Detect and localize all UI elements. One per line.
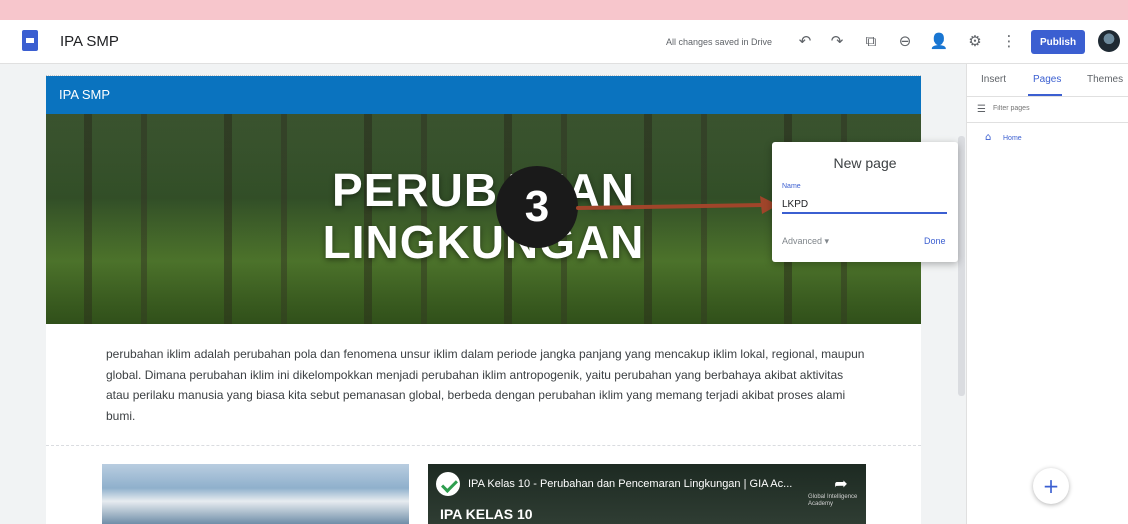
preview-icon[interactable]: ⧉ bbox=[860, 30, 882, 52]
undo-icon[interactable]: ↶ bbox=[794, 30, 816, 52]
new-page-dialog: New page Name Advanced ▾ Done bbox=[772, 142, 958, 262]
share-icon[interactable]: 👤 bbox=[928, 30, 950, 52]
section-divider bbox=[46, 445, 921, 446]
top-strip bbox=[0, 0, 1128, 20]
sites-logo-icon bbox=[22, 30, 38, 51]
filter-icon: ☰ bbox=[977, 104, 986, 115]
add-page-button[interactable]: + bbox=[1033, 468, 1069, 504]
editor-scrollbar[interactable] bbox=[958, 136, 965, 396]
channel-logo-icon bbox=[436, 472, 460, 496]
advanced-toggle[interactable]: Advanced ▾ bbox=[782, 236, 829, 247]
mountain-image[interactable] bbox=[102, 464, 409, 524]
done-button[interactable]: Done bbox=[924, 236, 946, 246]
top-toolbar: IPA SMP All changes saved in Drive ↶ ↷ ⧉… bbox=[0, 20, 1128, 64]
video-title: IPA Kelas 10 - Perubahan dan Pencemaran … bbox=[468, 478, 793, 490]
panel-divider-2 bbox=[967, 122, 1128, 123]
editor-canvas: IPA SMP PERUBAHAN LINGKUNGAN perubahan i… bbox=[0, 64, 966, 524]
home-icon: ⌂ bbox=[985, 132, 992, 143]
right-panel: Insert Pages Themes ☰ ⌂ Home + bbox=[966, 64, 1128, 524]
dialog-title: New page bbox=[833, 155, 897, 171]
tab-themes[interactable]: Themes bbox=[1087, 74, 1123, 85]
page-item-home[interactable]: Home bbox=[1003, 135, 1022, 142]
avatar[interactable] bbox=[1098, 30, 1120, 52]
settings-icon[interactable]: ⚙ bbox=[964, 30, 986, 52]
tab-insert[interactable]: Insert bbox=[981, 74, 1006, 85]
save-status: All changes saved in Drive bbox=[666, 37, 773, 47]
body-paragraph[interactable]: perubahan iklim adalah perubahan pola da… bbox=[106, 344, 866, 426]
name-label: Name bbox=[782, 183, 801, 190]
site-header-bar: IPA SMP bbox=[46, 76, 921, 114]
filter-pages-input[interactable] bbox=[993, 105, 1113, 112]
site-name[interactable]: IPA SMP bbox=[59, 87, 110, 102]
panel-divider bbox=[967, 96, 1128, 97]
more-icon[interactable]: ⋮ bbox=[998, 30, 1020, 52]
page-name-input[interactable] bbox=[782, 197, 947, 214]
site-title[interactable]: IPA SMP bbox=[60, 33, 119, 50]
link-icon[interactable]: ⊖ bbox=[894, 30, 916, 52]
tab-pages[interactable]: Pages bbox=[1033, 74, 1061, 85]
youtube-embed[interactable]: IPA Kelas 10 - Perubahan dan Pencemaran … bbox=[428, 464, 866, 524]
publish-button[interactable]: Publish bbox=[1031, 30, 1085, 54]
ruler bbox=[46, 64, 921, 76]
pointer-arrow-icon bbox=[576, 196, 778, 214]
video-brand: Global Intelligence Academy bbox=[808, 494, 858, 507]
step-marker: 3 bbox=[496, 166, 578, 248]
redo-icon[interactable]: ↷ bbox=[826, 30, 848, 52]
video-thumbnail-text: IPA KELAS 10 bbox=[440, 506, 533, 522]
